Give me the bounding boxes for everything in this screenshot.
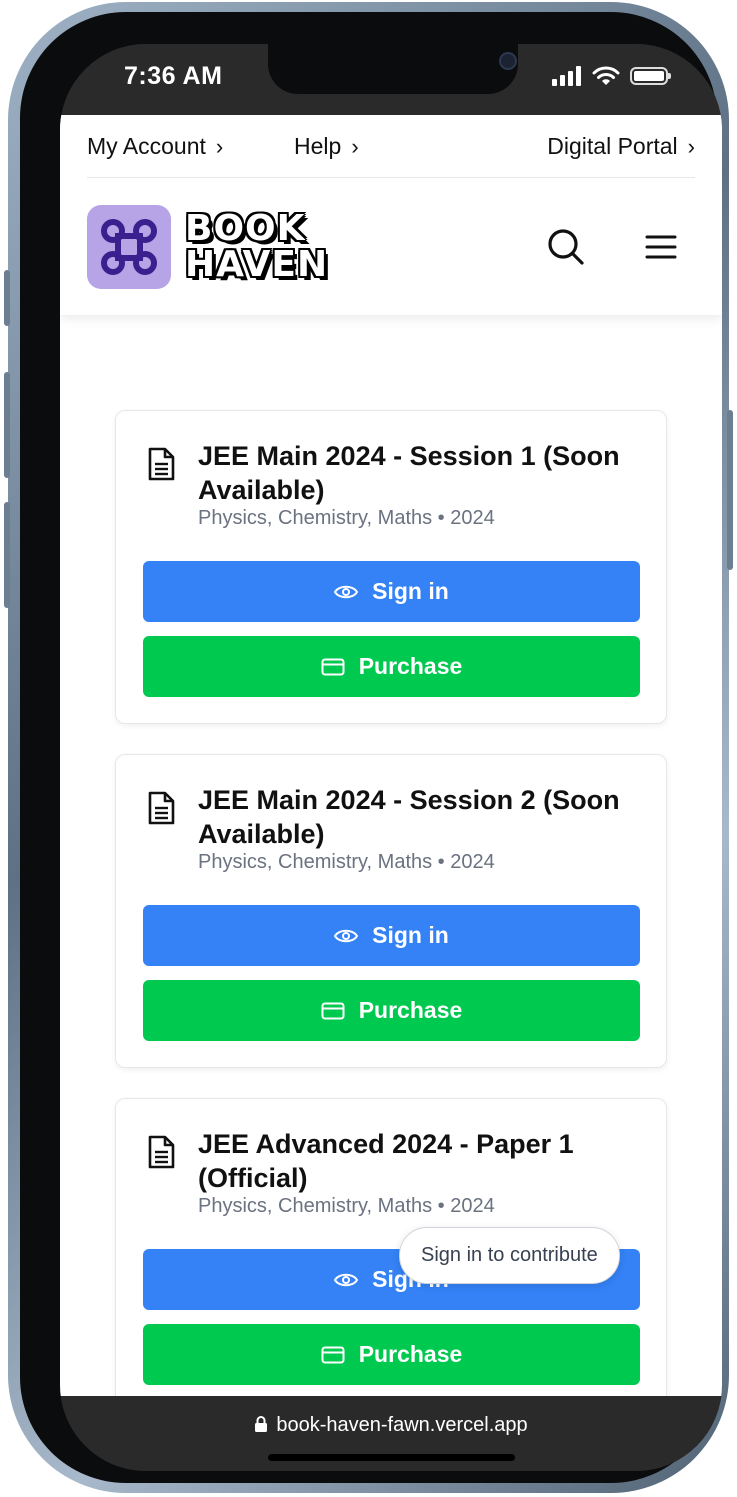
url-display: book-haven-fawn.vercel.app	[60, 1414, 722, 1437]
brand-line-2: HAVEN	[185, 244, 329, 285]
eye-icon	[334, 585, 359, 598]
brand-name: BOOK HAVEN	[185, 211, 328, 283]
status-bar: 7:36 AM	[60, 44, 722, 115]
credit-card-icon	[321, 1346, 345, 1363]
sign-in-label: Sign in	[372, 578, 449, 604]
sign-in-button[interactable]: Sign in	[143, 561, 640, 622]
status-icons	[552, 66, 671, 86]
purchase-label: Purchase	[358, 653, 463, 679]
paper-title: JEE Main 2024 - Session 1 (Soon Availabl…	[198, 441, 620, 505]
volume-down-button	[4, 502, 10, 608]
credit-card-icon	[321, 658, 345, 675]
paper-card: JEE Main 2024 - Session 1 (Soon Availabl…	[115, 410, 667, 724]
phone-frame: 7:36 AM My Account › Help › Digital Port…	[4, 2, 733, 1493]
eye-icon	[334, 1273, 359, 1286]
volume-up-button	[4, 372, 10, 478]
web-page: My Account › Help › Digital Portal › BOO…	[60, 115, 722, 1396]
brand-logo-link[interactable]: BOOK HAVEN	[87, 205, 328, 289]
status-time: 7:36 AM	[124, 62, 223, 90]
hamburger-menu-icon[interactable]	[641, 227, 681, 267]
nav-digital-portal[interactable]: Digital Portal ›	[547, 133, 695, 160]
paper-title: JEE Advanced 2024 - Paper 1 (Official)	[198, 1129, 574, 1193]
nav-help[interactable]: Help ›	[294, 133, 359, 160]
purchase-button[interactable]: Purchase	[143, 636, 640, 697]
eye-icon	[334, 929, 359, 942]
site-header: My Account › Help › Digital Portal › BOO…	[60, 115, 722, 315]
url-text: book-haven-fawn.vercel.app	[276, 1414, 528, 1436]
notch	[268, 44, 518, 94]
chevron-right-icon: ›	[687, 134, 695, 159]
credit-card-icon	[321, 1002, 345, 1019]
brand-line-1: BOOK	[185, 208, 306, 249]
nav-help-label: Help	[294, 133, 342, 159]
wifi-icon	[592, 66, 620, 85]
power-button	[727, 410, 733, 570]
purchase-button[interactable]: Purchase	[143, 1324, 640, 1385]
mute-switch	[4, 270, 10, 326]
document-icon	[148, 1135, 175, 1169]
nav-digital-portal-label: Digital Portal	[547, 133, 678, 159]
paper-title: JEE Main 2024 - Session 2 (Soon Availabl…	[198, 785, 620, 849]
document-icon	[148, 447, 175, 481]
paper-subtitle: Physics, Chemistry, Maths • 2024	[198, 1195, 495, 1217]
nav-my-account-label: My Account	[87, 133, 206, 159]
browser-url-bar[interactable]: book-haven-fawn.vercel.app	[60, 1396, 722, 1471]
search-icon[interactable]	[546, 227, 586, 267]
camera	[499, 52, 517, 70]
contribute-toast[interactable]: Sign in to contribute	[399, 1227, 620, 1284]
chevron-right-icon: ›	[215, 134, 224, 159]
paper-card: JEE Main 2024 - Session 2 (Soon Availabl…	[115, 754, 667, 1068]
chevron-right-icon: ›	[351, 134, 359, 159]
document-icon	[148, 791, 175, 825]
lock-icon	[255, 1416, 268, 1432]
signal-icon	[552, 66, 581, 86]
screen: 7:36 AM My Account › Help › Digital Port…	[60, 44, 722, 1471]
sign-in-button[interactable]: Sign in	[143, 905, 640, 966]
top-nav: My Account › Help › Digital Portal ›	[87, 115, 695, 178]
paper-subtitle: Physics, Chemistry, Maths • 2024	[198, 507, 495, 529]
home-indicator[interactable]	[268, 1454, 515, 1461]
paper-subtitle: Physics, Chemistry, Maths • 2024	[198, 851, 495, 873]
battery-icon	[630, 67, 671, 85]
purchase-label: Purchase	[358, 997, 463, 1023]
purchase-button[interactable]: Purchase	[143, 980, 640, 1041]
nav-my-account[interactable]: My Account ›	[87, 133, 223, 160]
command-key-logo-icon	[87, 205, 171, 289]
purchase-label: Purchase	[358, 1341, 463, 1367]
sign-in-label: Sign in	[372, 922, 449, 948]
